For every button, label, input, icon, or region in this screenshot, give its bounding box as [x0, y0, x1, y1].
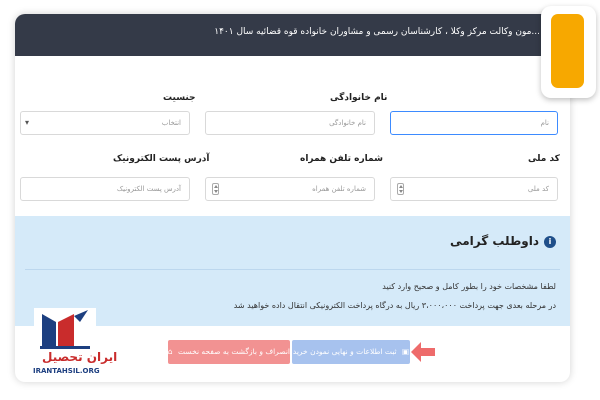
logo	[34, 308, 96, 374]
info-message-1: لطفا مشخصات خود را بطور کامل و صحیح وارد…	[382, 282, 556, 291]
national-code-placeholder: کد ملی	[527, 185, 549, 193]
mobile-label: شماره تلفن همراه	[300, 154, 383, 164]
mobile-placeholder: شماره تلفن همراه	[312, 185, 366, 193]
save-icon: ▣	[402, 347, 410, 356]
cancel-button[interactable]: انصراف و بازگشت به صفحه نخست ⌂	[168, 340, 290, 364]
logo-graphic	[40, 310, 90, 349]
email-input[interactable]: آدرس پست الکترونیک	[20, 177, 190, 201]
info-title-row: i داوطلب گرامی	[450, 234, 556, 248]
cancel-button-label: انصراف و بازگشت به صفحه نخست	[178, 347, 290, 356]
info-divider	[25, 269, 560, 270]
email-placeholder: آدرس پست الکترونیک	[116, 185, 181, 193]
gender-label: جنسیت	[163, 93, 196, 103]
logo-name: ایران تحصیل	[42, 350, 118, 364]
form-window: ...مون وکالت مرکز وکلا ، کارشناسان رسمی …	[15, 14, 570, 382]
home-icon: ⌂	[167, 347, 173, 356]
corner-card	[541, 6, 596, 98]
header-bar: ...مون وکالت مرکز وکلا ، کارشناسان رسمی …	[15, 14, 570, 56]
national-code-label: کد ملی	[528, 154, 560, 164]
number-spinner-icon[interactable]	[212, 183, 219, 195]
last-name-input[interactable]: نام خانوادگی	[205, 111, 375, 135]
email-label: آدرس پست الکترونیک	[113, 154, 210, 164]
last-name-label: نام خانوادگی	[330, 93, 388, 103]
gender-select-value: انتخاب	[161, 119, 181, 127]
logo-site: IRANTAHSIL.ORG	[33, 367, 100, 375]
info-message-2: در مرحله بعدی جهت پرداخت ۳،۰۰۰،۰۰۰ ریال …	[233, 301, 556, 310]
corner-accent	[551, 14, 584, 88]
last-name-placeholder: نام خانوادگی	[329, 119, 366, 127]
arrow-left-icon	[411, 342, 435, 362]
info-circle-icon: i	[544, 235, 556, 248]
page-title: ...مون وکالت مرکز وکلا ، کارشناسان رسمی …	[214, 27, 540, 37]
first-name-input[interactable]: نام	[390, 111, 558, 135]
submit-button[interactable]: ▣ ثبت اطلاعات و نهایی نمودن خرید	[292, 340, 410, 364]
first-name-placeholder: نام	[540, 119, 549, 127]
gender-select[interactable]: انتخاب ▾	[20, 111, 190, 135]
chevron-down-icon: ▾	[25, 118, 30, 127]
number-spinner-icon[interactable]	[397, 183, 404, 195]
submit-button-label: ثبت اطلاعات و نهایی نمودن خرید	[292, 347, 397, 356]
info-panel: i داوطلب گرامی لطفا مشخصات خود را بطور کا…	[15, 216, 570, 326]
mobile-input[interactable]: شماره تلفن همراه	[205, 177, 375, 201]
info-title: داوطلب گرامی	[450, 234, 539, 248]
national-code-input[interactable]: کد ملی	[390, 177, 558, 201]
